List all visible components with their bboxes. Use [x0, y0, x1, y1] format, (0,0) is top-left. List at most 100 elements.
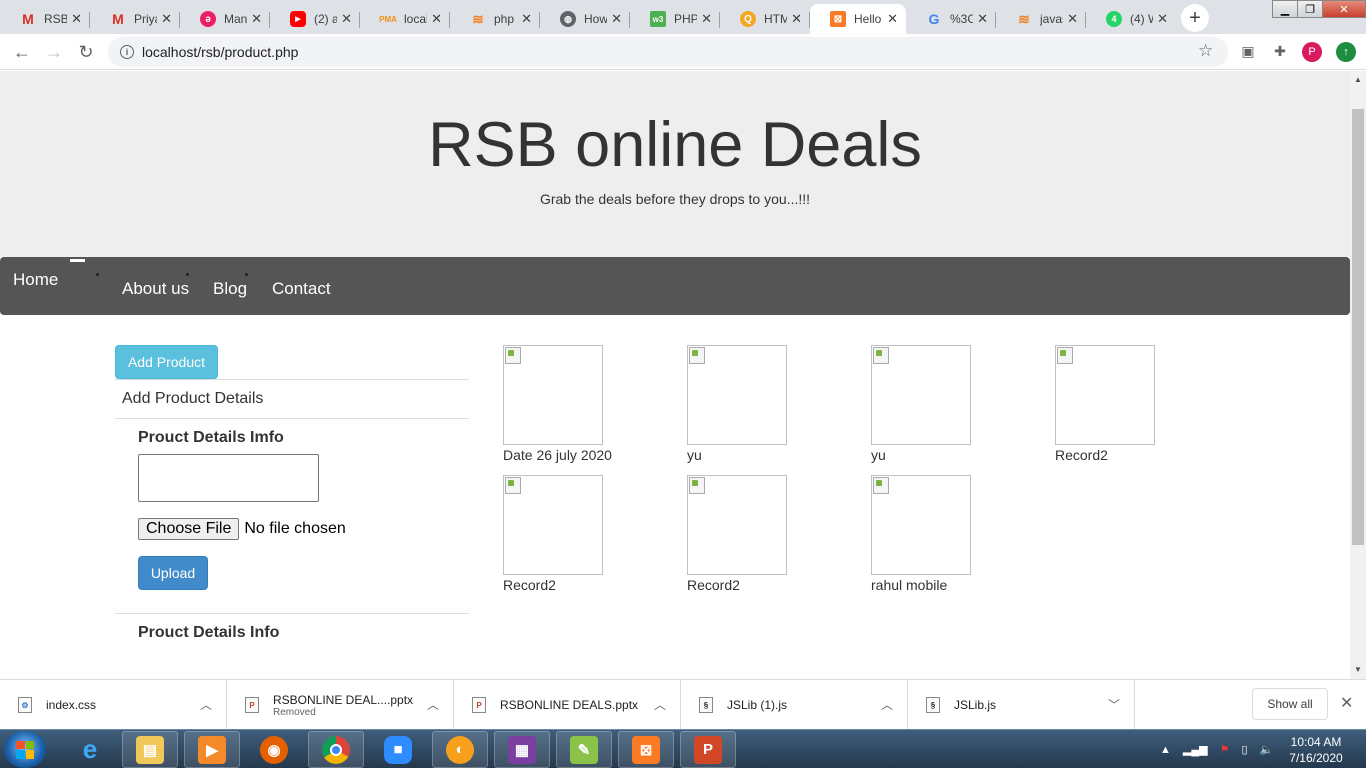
- browser-tab[interactable]: ▶ (2) ac ✕: [270, 4, 360, 34]
- profile-avatar[interactable]: P: [1302, 42, 1322, 62]
- xampp-icon[interactable]: ⊠: [618, 731, 674, 768]
- product-card[interactable]: Record2: [1055, 345, 1205, 463]
- upload-button[interactable]: Upload: [138, 556, 208, 590]
- product-card[interactable]: rahul mobile: [871, 475, 1021, 593]
- reload-icon[interactable]: ↻: [74, 40, 98, 64]
- download-item[interactable]: P RSBONLINE DEALS.pptx ︿: [454, 680, 681, 730]
- details-textarea[interactable]: [138, 454, 319, 502]
- start-button[interactable]: [4, 731, 46, 768]
- chevron-up-icon[interactable]: ︿: [200, 696, 212, 713]
- powerpoint-icon[interactable]: P: [680, 731, 736, 768]
- browser-tab-active[interactable]: ⊠ Hello ✕: [810, 4, 906, 34]
- flag-icon[interactable]: ⚑: [1220, 743, 1230, 756]
- youtube-icon: ▶: [290, 11, 306, 27]
- forward-arrow-icon[interactable]: →: [42, 40, 66, 64]
- close-icon[interactable]: ✕: [71, 11, 82, 27]
- browser-tab[interactable]: PMA local ✕: [360, 4, 450, 34]
- gmail-icon: M: [22, 11, 34, 27]
- close-icon[interactable]: ✕: [161, 11, 172, 27]
- extension-icon[interactable]: ▣: [1240, 43, 1256, 59]
- close-icon[interactable]: ✕: [611, 11, 622, 27]
- browser-tab[interactable]: w3 PHP ✕: [630, 4, 720, 34]
- firefox-icon[interactable]: ◉: [246, 731, 302, 768]
- close-icon[interactable]: ✕: [431, 11, 442, 27]
- close-icon[interactable]: ✕: [791, 11, 802, 27]
- minimize-icon[interactable]: ▁: [1272, 0, 1298, 18]
- tab-title: HTM: [764, 12, 788, 26]
- chrome-icon[interactable]: [308, 731, 364, 768]
- close-icon[interactable]: ✕: [701, 11, 712, 27]
- avast-icon[interactable]: ◐: [432, 731, 488, 768]
- file-input[interactable]: Choose File No file chosen: [138, 518, 346, 540]
- close-icon[interactable]: ✕: [341, 11, 352, 27]
- address-bar[interactable]: i localhost/rsb/product.php: [108, 37, 1228, 67]
- new-tab-button[interactable]: +: [1181, 4, 1209, 32]
- tab-title: PHP: [674, 12, 698, 26]
- browser-tab[interactable]: ◍ How ✕: [540, 4, 630, 34]
- nav-contact[interactable]: Contact: [272, 279, 331, 299]
- product-card[interactable]: Record2: [687, 475, 837, 593]
- download-item[interactable]: P RSBONLINE DEAL....pptx Removed ︿: [227, 680, 454, 730]
- system-clock[interactable]: 10:04 AM 7/16/2020: [1284, 734, 1348, 766]
- internet-explorer-icon[interactable]: e: [62, 731, 118, 768]
- page-scrollbar[interactable]: ▲ ▼: [1350, 71, 1366, 679]
- browser-tab[interactable]: G %3C ✕: [906, 4, 996, 34]
- chevron-down-icon[interactable]: ﹀: [1108, 696, 1120, 713]
- battery-icon[interactable]: ▯: [1241, 743, 1247, 756]
- maximize-icon[interactable]: ❐: [1297, 0, 1323, 18]
- info-icon[interactable]: i: [120, 45, 134, 59]
- nav-blog[interactable]: Blog: [213, 279, 247, 299]
- update-icon[interactable]: ↑: [1336, 42, 1356, 62]
- back-arrow-icon[interactable]: ←: [10, 40, 34, 64]
- scroll-down-icon[interactable]: ▼: [1354, 665, 1362, 674]
- download-item[interactable]: § JSLib.js ﹀: [908, 680, 1135, 730]
- chevron-up-icon[interactable]: ︿: [881, 696, 893, 713]
- download-item[interactable]: § JSLib (1).js ︿: [681, 680, 908, 730]
- network-icon[interactable]: ▂▄▆: [1183, 743, 1208, 756]
- volume-icon[interactable]: 🔈: [1260, 743, 1274, 756]
- file-explorer-icon[interactable]: ▤: [122, 731, 178, 768]
- product-card[interactable]: Record2: [503, 475, 653, 593]
- add-product-button[interactable]: Add Product: [115, 345, 218, 379]
- details-label-2: Prouct Details Info: [138, 624, 280, 641]
- browser-tab[interactable]: ≋ php ✕: [450, 4, 540, 34]
- show-hidden-icon[interactable]: ▲: [1160, 744, 1171, 756]
- puzzle-icon[interactable]: ✚: [1272, 43, 1288, 59]
- winrar-icon[interactable]: ▦: [494, 731, 550, 768]
- chevron-up-icon[interactable]: ︿: [654, 696, 666, 713]
- scroll-up-icon[interactable]: ▲: [1354, 75, 1362, 84]
- close-icon[interactable]: ✕: [887, 11, 898, 27]
- product-card[interactable]: yu: [687, 345, 837, 463]
- browser-tab[interactable]: M Priya ✕: [90, 4, 180, 34]
- stackoverflow-icon: ≋: [472, 10, 484, 27]
- nav-about[interactable]: About us: [122, 279, 189, 299]
- browser-tab[interactable]: M RSBO ✕: [0, 4, 90, 34]
- product-card[interactable]: Date 26 july 2020: [503, 345, 653, 463]
- nav-home[interactable]: Home: [13, 270, 58, 290]
- tab-title: local: [404, 12, 428, 26]
- browser-tab[interactable]: ə Man ✕: [180, 4, 270, 34]
- close-icon[interactable]: ✕: [1340, 693, 1353, 713]
- product-card[interactable]: yu: [871, 345, 1021, 463]
- choose-file-button[interactable]: Choose File: [138, 518, 240, 540]
- browser-tab[interactable]: ≋ javas ✕: [996, 4, 1086, 34]
- menu-marker: [70, 259, 85, 262]
- window-close-icon[interactable]: ✕: [1322, 0, 1366, 18]
- browser-tab[interactable]: Q HTM ✕: [720, 4, 810, 34]
- product-caption: yu: [687, 447, 702, 463]
- download-item[interactable]: ⚙ index.css ︿: [0, 680, 227, 730]
- scrollbar-thumb[interactable]: [1352, 109, 1364, 545]
- zoom-icon[interactable]: ■: [370, 731, 426, 768]
- chevron-up-icon[interactable]: ︿: [427, 696, 439, 713]
- close-icon[interactable]: ✕: [521, 11, 532, 27]
- close-icon[interactable]: ✕: [1157, 11, 1168, 27]
- notepadpp-icon[interactable]: ✎: [556, 731, 612, 768]
- media-player-icon[interactable]: ▶: [184, 731, 240, 768]
- bookmark-star-icon[interactable]: ☆: [1198, 41, 1213, 61]
- close-icon[interactable]: ✕: [1067, 11, 1078, 27]
- close-icon[interactable]: ✕: [977, 11, 988, 27]
- browser-tab[interactable]: 4 (4) W ✕: [1086, 4, 1176, 34]
- show-all-button[interactable]: Show all: [1252, 688, 1328, 720]
- divider: [115, 418, 469, 419]
- close-icon[interactable]: ✕: [251, 11, 262, 27]
